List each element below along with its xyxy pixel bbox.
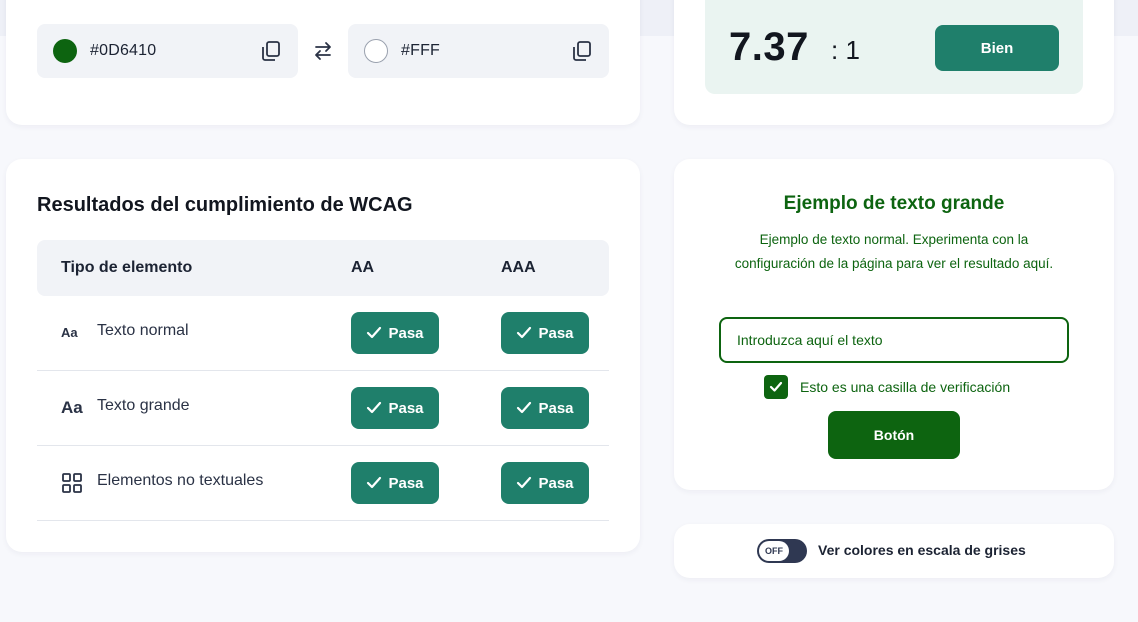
background-swatch[interactable] <box>364 39 388 63</box>
example-normal-text: Ejemplo de texto normal. Experimenta con… <box>734 232 1054 271</box>
rating-badge: Bien <box>935 25 1059 71</box>
contrast-ratio-value: 7.37 <box>729 25 809 69</box>
wcag-results-card: Resultados del cumplimiento de WCAG Tipo… <box>6 159 640 552</box>
contrast-ratio-suffix: : 1 <box>831 35 860 65</box>
swap-colors-icon[interactable] <box>308 38 338 64</box>
foreground-color-field[interactable]: #0D6410 <box>37 24 298 78</box>
example-checkbox-label: Esto es una casilla de verificación <box>800 379 1011 395</box>
copy-icon[interactable] <box>260 40 282 62</box>
row-label: Elementos no textuales <box>97 472 264 489</box>
pass-badge-aa: Pasa <box>351 312 439 354</box>
check-icon <box>517 326 532 339</box>
pass-badge-aaa: Pasa <box>501 462 589 504</box>
grayscale-label: Ver colores en escala de grises <box>818 542 1026 558</box>
copy-icon[interactable] <box>571 40 593 62</box>
header-element-type: Tipo de elemento <box>61 259 193 276</box>
grayscale-toggle[interactable]: OFF <box>757 539 807 563</box>
table-row: Aa Texto grande Pasa Pasa <box>37 371 609 446</box>
pass-badge-aa: Pasa <box>351 462 439 504</box>
pass-label: Pasa <box>388 474 424 492</box>
example-checkbox[interactable] <box>764 375 788 399</box>
grayscale-card: OFF Ver colores en escala de grises <box>674 524 1114 578</box>
example-button[interactable]: Botón <box>828 411 960 459</box>
pass-badge-aaa: Pasa <box>501 387 589 429</box>
header-aaa: AAA <box>501 259 536 276</box>
toggle-state: OFF <box>759 541 789 561</box>
check-icon <box>517 401 532 414</box>
example-checkbox-row: Esto es una casilla de verificación <box>764 375 1010 399</box>
pass-label: Pasa <box>538 324 574 342</box>
wcag-results-title: Resultados del cumplimiento de WCAG <box>37 194 413 216</box>
row-label: Texto grande <box>97 397 190 414</box>
grid-icon <box>61 472 85 494</box>
example-text-input[interactable] <box>719 317 1069 363</box>
text-size-icon: Aa <box>61 325 78 340</box>
pass-badge-aa: Pasa <box>351 387 439 429</box>
text-size-icon: Aa <box>61 398 83 417</box>
contrast-ratio-box: 7.37 : 1 Bien <box>705 0 1083 94</box>
example-large-text: Ejemplo de texto grande <box>783 193 1005 214</box>
check-icon <box>367 326 382 339</box>
pass-badge-aaa: Pasa <box>501 312 589 354</box>
pass-label: Pasa <box>388 324 424 342</box>
example-preview-card: Ejemplo de texto grande Ejemplo de texto… <box>674 159 1114 490</box>
color-input-card: #0D6410 #FFF <box>6 0 640 125</box>
row-label: Texto normal <box>97 322 189 339</box>
check-icon <box>367 401 382 414</box>
background-hex-value[interactable]: #FFF <box>401 42 440 60</box>
table-row: Elementos no textuales Pasa Pasa <box>37 446 609 521</box>
foreground-hex-value[interactable]: #0D6410 <box>90 42 156 60</box>
background-color-field[interactable]: #FFF <box>348 24 609 78</box>
check-icon <box>769 381 783 392</box>
check-icon <box>367 476 382 489</box>
pass-label: Pasa <box>538 474 574 492</box>
table-header: Tipo de elemento AA AAA <box>37 240 609 296</box>
table-row: Aa Texto normal Pasa Pasa <box>37 296 609 371</box>
header-aa: AA <box>351 259 375 276</box>
check-icon <box>517 476 532 489</box>
pass-label: Pasa <box>538 399 574 417</box>
contrast-ratio-card: 7.37 : 1 Bien <box>674 0 1114 125</box>
foreground-swatch[interactable] <box>53 39 77 63</box>
pass-label: Pasa <box>388 399 424 417</box>
